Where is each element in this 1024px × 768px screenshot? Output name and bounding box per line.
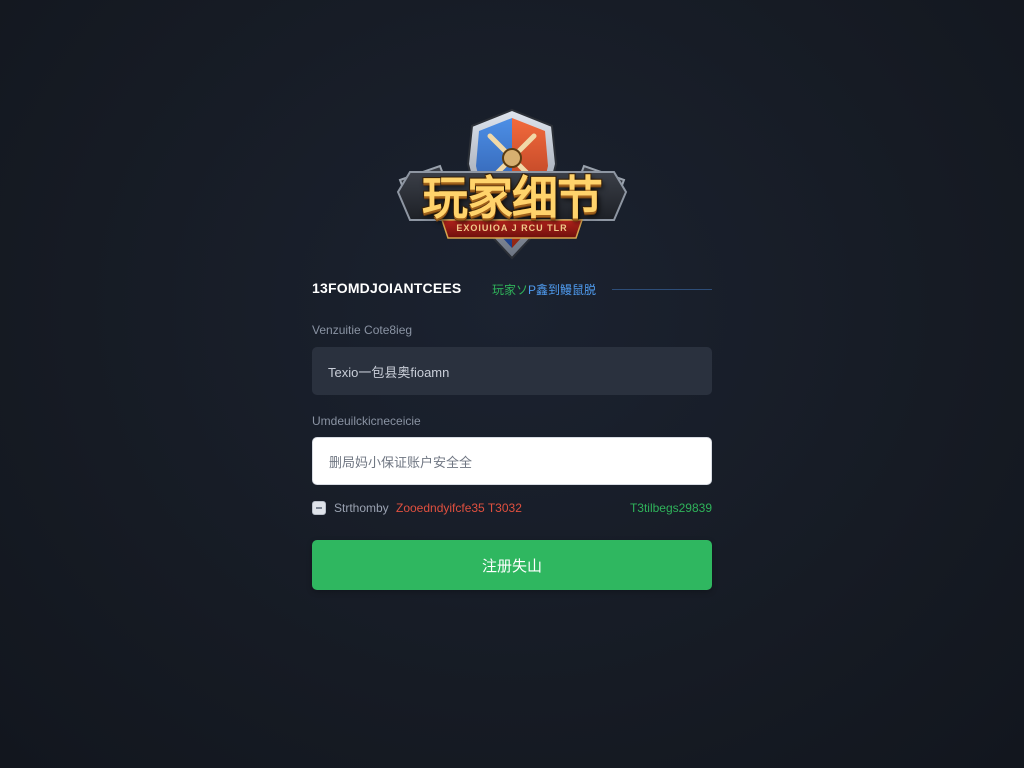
tab-divider-line	[612, 289, 712, 290]
field1-label: Venzuitie Cote8ieg	[312, 323, 413, 337]
field2-label: Umdeuilckicneceicie	[312, 414, 421, 428]
username-input-value: Texio一包县奥fioamn	[328, 364, 450, 380]
form-tabs: 13FOMDJOIANTCEES 玩家ソP鑫到鳗鼠脱	[312, 278, 712, 300]
register-button[interactable]: 注册失山	[312, 540, 712, 590]
tab-secondary[interactable]: 玩家ソP鑫到鳗鼠脱	[492, 281, 596, 298]
warning-text: Zooedndyifcfe35 T3032	[396, 501, 522, 515]
options-row: Strthomby Zooedndyifcfe35 T3032 T3tilbeg…	[312, 500, 712, 516]
logo-ribbon-text: EXOIUIOA J RCU TLR	[456, 223, 568, 233]
game-logo: 玩家细节 EXOIUIOA J RCU TLR	[380, 108, 644, 264]
username-input[interactable]: Texio一包县奥fioamn	[312, 347, 712, 395]
register-page: 玩家细节 EXOIUIOA J RCU TLR 13FOMDJOIANTCEES…	[0, 0, 1024, 768]
tab-secondary-green-text: 玩家ソ	[492, 283, 529, 297]
options-link[interactable]: T3tilbegs29839	[630, 501, 712, 515]
logo-title: 玩家细节	[422, 171, 603, 225]
agree-checkbox[interactable]	[312, 501, 326, 515]
checkbox-label: Strthomby	[334, 501, 389, 515]
tab-secondary-blue-text: P鑫到鳗鼠脱	[528, 283, 597, 297]
password-input[interactable]: 删局妈小保证账户安全全	[312, 437, 712, 485]
password-input-placeholder: 删局妈小保证账户安全全	[329, 454, 473, 470]
tab-primary[interactable]: 13FOMDJOIANTCEES	[312, 280, 461, 296]
